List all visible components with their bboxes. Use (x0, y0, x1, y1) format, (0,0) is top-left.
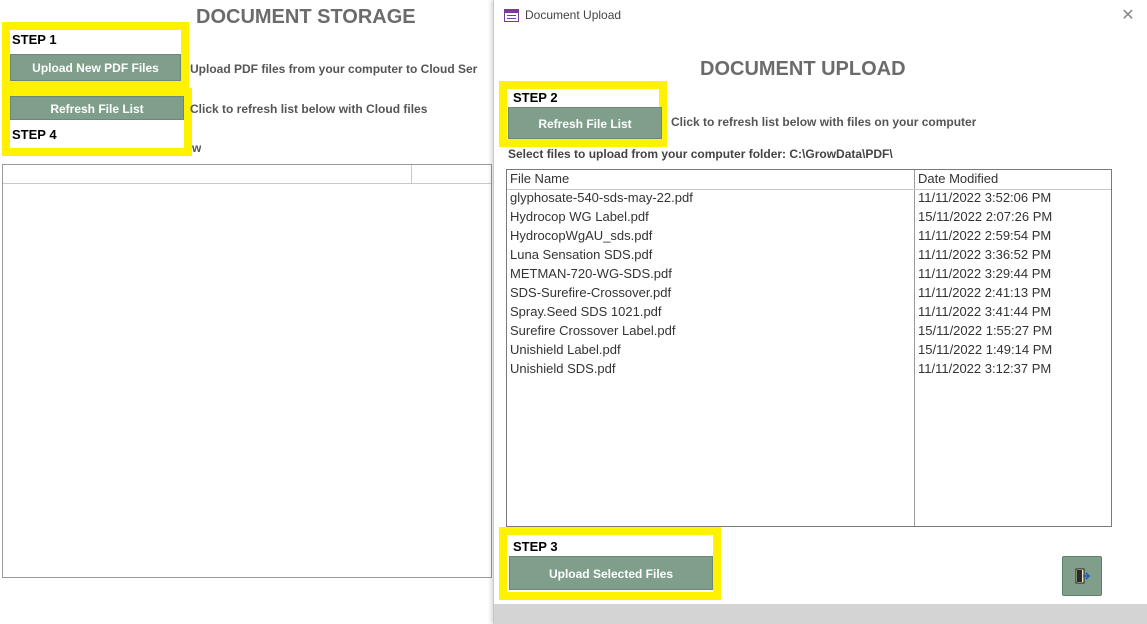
file-row[interactable]: Hydrocop WG Label.pdf 15/11/2022 2:07:26 … (507, 208, 1111, 227)
file-row[interactable]: METMAN-720-WG-SDS.pdf 11/11/2022 3:29:44 … (507, 265, 1111, 284)
file-row[interactable]: Luna Sensation SDS.pdf 11/11/2022 3:36:52… (507, 246, 1111, 265)
refresh-cloud-caption: Click to refresh list below with Cloud f… (190, 102, 428, 116)
file-name: Luna Sensation SDS.pdf (510, 247, 653, 262)
file-name: Hydrocop WG Label.pdf (510, 209, 649, 224)
file-date: 11/11/2022 3:29:44 PM (918, 266, 1052, 281)
file-date: 11/11/2022 3:41:44 PM (918, 304, 1052, 319)
file-name: Unishield SDS.pdf (510, 361, 616, 376)
file-list-header: File Name Date Modified (507, 170, 1111, 190)
document-upload-dialog: Document Upload ✕ DOCUMENT UPLOAD STEP 2… (493, 0, 1147, 624)
file-name: SDS-Surefire-Crossover.pdf (510, 285, 672, 300)
upload-caption: Upload PDF files from your computer to C… (190, 62, 478, 76)
close-icon[interactable]: ✕ (1115, 4, 1141, 28)
column-header-date-modified[interactable]: Date Modified (918, 171, 998, 186)
file-row[interactable]: Unishield Label.pdf 15/11/2022 1:49:14 PM (507, 341, 1111, 360)
file-date: 11/11/2022 3:12:37 PM (918, 361, 1052, 376)
file-name: HydrocopWgAU_sds.pdf (510, 228, 653, 243)
file-name: METMAN-720-WG-SDS.pdf (510, 266, 672, 281)
upload-new-pdf-files-button[interactable]: Upload New PDF Files (10, 54, 181, 81)
upload-dialog-title: DOCUMENT UPLOAD (700, 58, 906, 80)
file-row[interactable]: glyphosate-540-sds-may-22.pdf 11/11/2022 … (507, 189, 1111, 208)
file-date: 15/11/2022 1:55:27 PM (918, 323, 1053, 338)
cloud-file-list-header (3, 165, 491, 184)
file-name: Spray.Seed SDS 1021.pdf (510, 304, 662, 319)
refresh-local-caption: Click to refresh list below with files o… (671, 115, 977, 129)
refresh-local-file-list-button[interactable]: Refresh File List (508, 107, 662, 139)
file-row[interactable]: SDS-Surefire-Crossover.pdf 11/11/2022 2:4… (507, 284, 1111, 303)
file-name: Surefire Crossover Label.pdf (510, 323, 676, 338)
step2-label: STEP 2 (513, 90, 558, 105)
access-form-icon (504, 9, 519, 22)
upload-selected-files-button[interactable]: Upload Selected Files (509, 556, 713, 590)
file-name: glyphosate-540-sds-may-22.pdf (510, 190, 693, 205)
file-row[interactable]: Unishield SDS.pdf 11/11/2022 3:12:37 PM (507, 360, 1111, 379)
file-name: Unishield Label.pdf (510, 342, 621, 357)
file-row[interactable]: Spray.Seed SDS 1021.pdf 11/11/2022 3:41:4… (507, 303, 1111, 322)
refresh-cloud-file-list-button[interactable]: Refresh File List (10, 96, 184, 120)
file-date: 11/11/2022 3:36:52 PM (918, 247, 1052, 262)
partial-caption: w (192, 141, 202, 155)
exit-button[interactable] (1062, 556, 1102, 596)
storage-page-title: DOCUMENT STORAGE (196, 6, 416, 28)
file-row[interactable]: HydrocopWgAU_sds.pdf 11/11/2022 2:59:54 P… (507, 227, 1111, 246)
step3-label: STEP 3 (513, 539, 558, 554)
dialog-titlebar: Document Upload ✕ (494, 0, 1147, 32)
local-file-list[interactable]: File Name Date Modified glyphosate-540-s… (506, 169, 1112, 527)
file-date: 11/11/2022 2:41:13 PM (918, 285, 1052, 300)
file-date: 11/11/2022 2:59:54 PM (918, 228, 1052, 243)
column-header-file-name[interactable]: File Name (510, 171, 569, 186)
step4-label: STEP 4 (12, 127, 57, 142)
file-row[interactable]: Surefire Crossover Label.pdf 15/11/2022 1… (507, 322, 1111, 341)
file-date: 15/11/2022 1:49:14 PM (918, 342, 1053, 357)
cloud-file-list[interactable] (2, 164, 492, 578)
file-date: 11/11/2022 3:52:06 PM (918, 190, 1052, 205)
exit-door-icon (1075, 568, 1091, 584)
folder-path-label: Select files to upload from your compute… (508, 147, 893, 161)
file-date: 15/11/2022 2:07:26 PM (918, 209, 1053, 224)
dialog-window-title: Document Upload (525, 8, 622, 22)
status-bar (494, 604, 1147, 624)
step1-label: STEP 1 (12, 32, 57, 47)
